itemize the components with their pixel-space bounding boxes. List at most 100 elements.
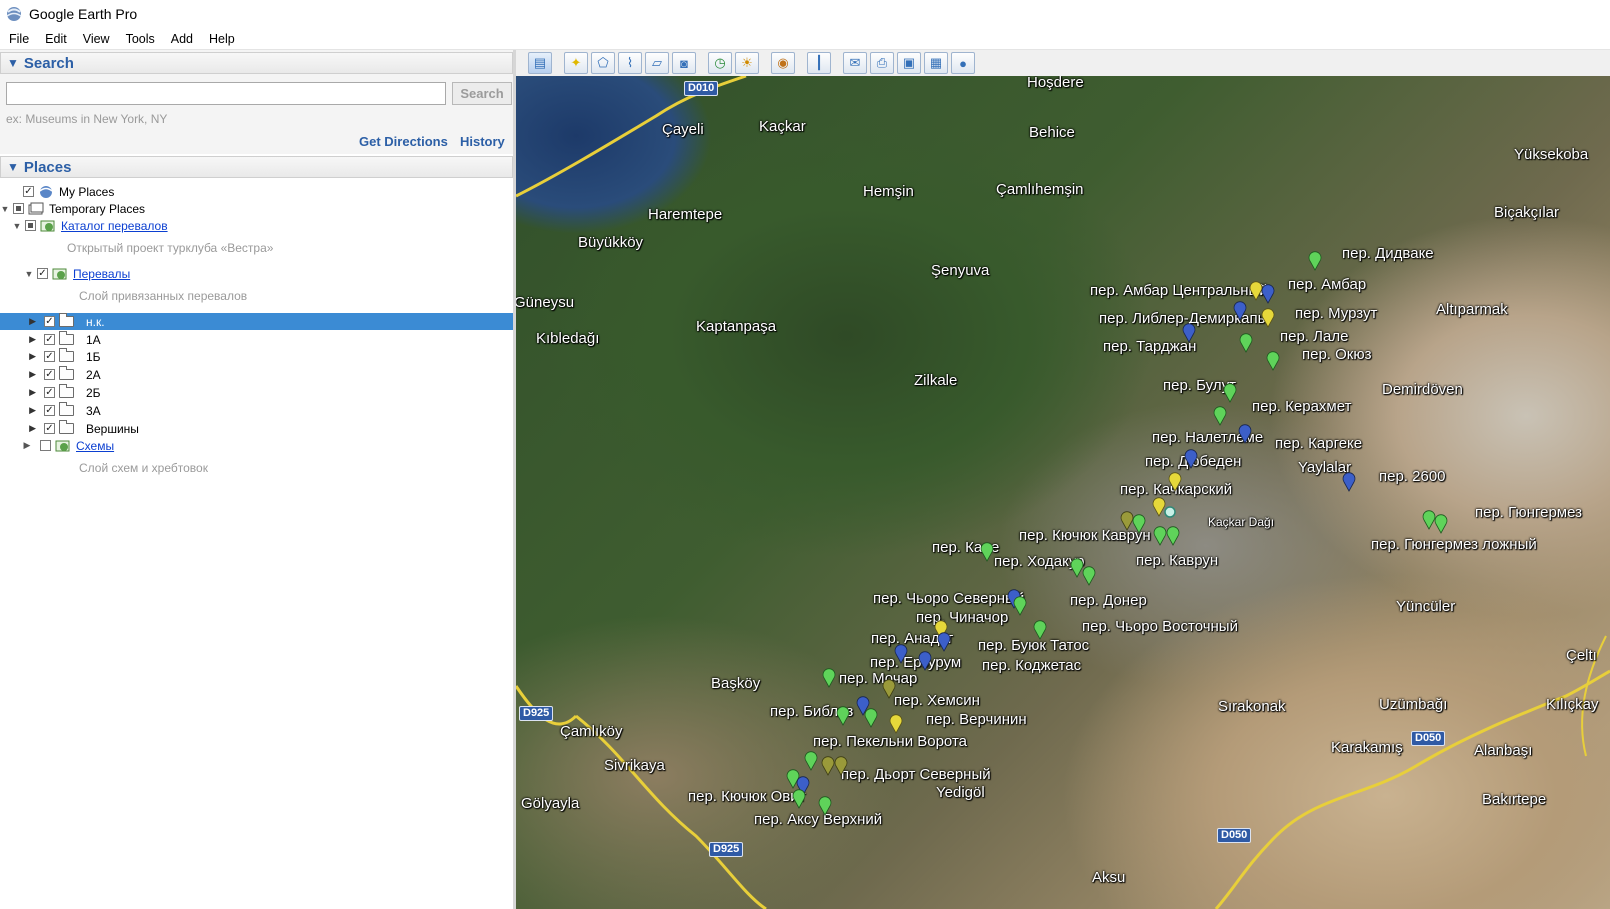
- add-path-button[interactable]: ⌇: [618, 52, 642, 74]
- pass-pin[interactable]: [1184, 449, 1198, 469]
- pass-label[interactable]: пер. Ерзурум: [870, 654, 961, 671]
- pass-pin[interactable]: [1308, 251, 1322, 271]
- pass-label[interactable]: пер. Мурзут: [1295, 305, 1377, 322]
- earth-button[interactable]: ●: [951, 52, 975, 74]
- menu-file[interactable]: File: [0, 32, 36, 46]
- checkbox[interactable]: ✓: [44, 334, 55, 345]
- pass-label[interactable]: пер. Керахмет: [1252, 398, 1351, 415]
- pass-pin[interactable]: [918, 651, 932, 671]
- email-button[interactable]: ✉: [843, 52, 867, 74]
- pass-pin[interactable]: [1132, 514, 1146, 534]
- tree-item-folder-2b[interactable]: ▶ ✓ 2Б: [0, 384, 101, 401]
- pass-pin[interactable]: [937, 632, 951, 652]
- pass-pin[interactable]: [1182, 323, 1196, 343]
- pass-pin[interactable]: [792, 789, 806, 809]
- menu-edit[interactable]: Edit: [36, 32, 74, 46]
- pass-pin[interactable]: [1166, 526, 1180, 546]
- schemes-link[interactable]: Схемы: [76, 439, 114, 453]
- pass-pin[interactable]: [804, 751, 818, 771]
- pass-label[interactable]: пер. Каврун: [1136, 552, 1218, 569]
- pass-pin[interactable]: [1013, 596, 1027, 616]
- pass-pin[interactable]: [1082, 566, 1096, 586]
- checkbox[interactable]: ✓: [44, 316, 55, 327]
- checkbox[interactable]: ✓: [37, 268, 48, 279]
- menu-tools[interactable]: Tools: [117, 32, 162, 46]
- pass-pin[interactable]: [894, 644, 908, 664]
- pass-label[interactable]: пер. Чьоро Восточный: [1082, 618, 1238, 635]
- tree-item-temporary-places[interactable]: ▼ Temporary Places: [0, 200, 146, 217]
- pass-label[interactable]: пер. Чьоро Северный: [873, 590, 1024, 607]
- tree-item-my-places[interactable]: ✓ My Places: [10, 183, 114, 200]
- search-button[interactable]: Search: [452, 82, 512, 105]
- expand-triangle-icon[interactable]: ▼: [24, 269, 34, 279]
- expand-triangle-icon[interactable]: ▶: [0, 387, 36, 398]
- pass-pin[interactable]: [1168, 472, 1182, 492]
- tree-item-catalog[interactable]: ▼ Каталог перевалов: [12, 217, 168, 234]
- pass-pin[interactable]: [818, 796, 832, 816]
- pass-label[interactable]: пер. Окюз: [1302, 346, 1372, 363]
- sunlight-button[interactable]: ☀: [735, 52, 759, 74]
- pass-label[interactable]: пер. Амбар: [1288, 276, 1366, 293]
- menu-view[interactable]: View: [74, 32, 117, 46]
- search-panel-header[interactable]: ▼ Search: [0, 52, 513, 74]
- expand-triangle-icon[interactable]: ▶: [0, 351, 36, 362]
- pass-pin[interactable]: [822, 668, 836, 688]
- tree-item-folder-1a[interactable]: ▶ ✓ 1А: [0, 331, 101, 348]
- add-polygon-button[interactable]: ⬠: [591, 52, 615, 74]
- historical-imagery-button[interactable]: ◷: [708, 52, 732, 74]
- pass-label[interactable]: пер. Гюнгермез: [1475, 504, 1582, 521]
- add-image-overlay-button[interactable]: ▱: [645, 52, 669, 74]
- checkbox[interactable]: ✓: [44, 423, 55, 434]
- tree-item-folder-peaks[interactable]: ▶ ✓ Вершины: [0, 420, 139, 437]
- pass-pin[interactable]: [834, 756, 848, 776]
- expand-triangle-icon[interactable]: ▼: [12, 221, 22, 231]
- pass-pin[interactable]: [1223, 383, 1237, 403]
- passes-link[interactable]: Перевалы: [73, 267, 130, 281]
- pass-label[interactable]: пер. Дьорт Северный: [841, 766, 991, 783]
- checkbox[interactable]: [40, 440, 51, 451]
- record-tour-button[interactable]: ◙: [672, 52, 696, 74]
- checkbox[interactable]: ✓: [23, 186, 34, 197]
- pass-pin[interactable]: [1233, 301, 1247, 321]
- pass-label[interactable]: пер. Амбар Центральный: [1090, 282, 1268, 299]
- print-button[interactable]: ⎙: [870, 52, 894, 74]
- collapse-triangle-icon[interactable]: ▼: [7, 160, 19, 174]
- expand-triangle-icon[interactable]: ▼: [0, 204, 10, 214]
- tree-item-folder-3a[interactable]: ▶ ✓ 3А: [0, 402, 101, 419]
- checkbox[interactable]: ✓: [44, 351, 55, 362]
- expand-triangle-icon[interactable]: ▶: [0, 316, 36, 327]
- pass-pin[interactable]: [1153, 526, 1167, 546]
- pass-label[interactable]: пер. Хемсин: [894, 692, 980, 709]
- ruler-button[interactable]: ┃: [807, 52, 831, 74]
- menu-help[interactable]: Help: [200, 32, 242, 46]
- pass-label[interactable]: пер. Лале: [1280, 328, 1348, 345]
- pass-pin[interactable]: [1033, 620, 1047, 640]
- places-panel-header[interactable]: ▼ Places: [0, 156, 513, 178]
- add-placemark-button[interactable]: ✦: [564, 52, 588, 74]
- checkbox[interactable]: ✓: [44, 369, 55, 380]
- pass-label[interactable]: пер. Мочар: [839, 670, 917, 687]
- expand-triangle-icon[interactable]: ▶: [0, 423, 36, 434]
- collapse-triangle-icon[interactable]: ▼: [7, 56, 19, 70]
- pass-pin[interactable]: [1238, 424, 1252, 444]
- pass-label[interactable]: пер. Донер: [1070, 592, 1147, 609]
- pass-label[interactable]: пер. Кючюк Овит: [688, 788, 805, 805]
- save-image-button[interactable]: ▣: [897, 52, 921, 74]
- expand-triangle-icon[interactable]: ▶: [0, 405, 36, 416]
- get-directions-link[interactable]: Get Directions: [359, 134, 448, 149]
- checkbox[interactable]: [13, 203, 24, 214]
- planets-button[interactable]: ◉: [771, 52, 795, 74]
- expand-triangle-icon[interactable]: ▶: [0, 369, 36, 380]
- expand-triangle-icon[interactable]: ▶: [22, 440, 32, 451]
- pass-label[interactable]: пер. Дидваке: [1342, 245, 1434, 262]
- checkbox[interactable]: [25, 220, 36, 231]
- pass-pin[interactable]: [836, 706, 850, 726]
- pass-pin[interactable]: [1261, 284, 1275, 304]
- sidebar-toggle-button[interactable]: ▤: [528, 52, 552, 74]
- pass-pin[interactable]: [882, 679, 896, 699]
- catalog-link[interactable]: Каталог перевалов: [61, 219, 168, 233]
- pass-pin[interactable]: [889, 714, 903, 734]
- pass-pin[interactable]: [1434, 514, 1448, 534]
- pass-pin[interactable]: [1266, 351, 1280, 371]
- map-view[interactable]: D010 D925 D925 D050 D050 Hoşdere Çayeli …: [516, 76, 1610, 909]
